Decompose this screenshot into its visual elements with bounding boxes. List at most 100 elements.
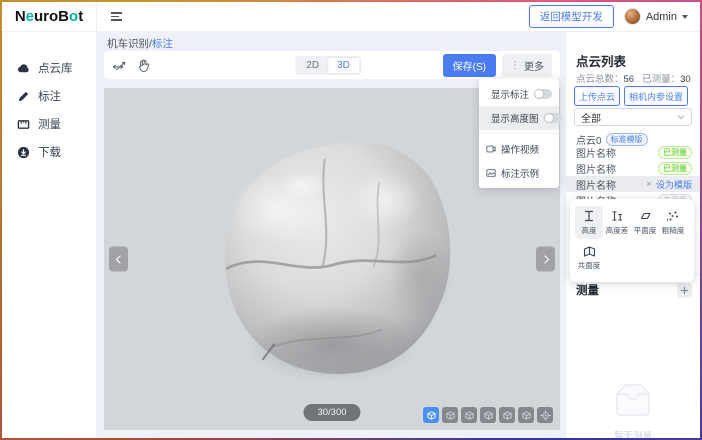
height-diff-icon [611,210,623,222]
menu-item-label: 操作视频 [501,142,552,156]
logo-text: NeuroBot [15,8,83,25]
menu-item-annotation-example[interactable]: 标注示例 [479,161,559,185]
menu-item-show-height-map[interactable]: 显示高度图 [479,106,559,130]
panel-title: 点云列表 [576,51,626,70]
filter-value: 全部 [581,110,601,125]
camera-button-label: 相机内参设置 [629,92,683,102]
logo-gear-o: o [49,8,58,25]
user-name: Admin [646,11,677,23]
next-image-button[interactable] [536,247,555,272]
view-top-button[interactable] [461,407,477,423]
view-bottom-button[interactable] [480,407,496,423]
upload-pointcloud-button[interactable]: 上传点云 [574,86,620,106]
roughness-icon [667,210,679,222]
neurobot-app: NeuroBot 返回模型开发 Admin 点云库 标注 测量 下载 [2,2,700,438]
measured-badge: 已测量 [658,146,692,159]
menu-item-show-annotation[interactable]: 显示标注 [479,82,559,106]
image-name: 图片名称 [576,145,616,160]
chevron-right-icon [540,255,548,263]
coplanarity-icon [583,245,596,257]
measure-tools-panel: 高度 高度差 平面度 粗糙度 共面度 [570,199,694,282]
sidebar-item-label: 下载 [38,144,61,160]
pan-icon[interactable] [112,58,127,73]
sidebar-item-label: 点云库 [38,60,73,76]
measured-label: 已测量： [642,74,680,85]
logo-part: B [58,8,69,25]
empty-box-icon [607,380,659,420]
view-3d-button[interactable]: 3D [328,58,359,73]
menu-item-operation-video[interactable]: 操作视频 [479,137,559,161]
menu-divider [479,133,559,134]
measure-section-header: 测量 [576,282,692,298]
filter-select[interactable]: 全部 [574,108,692,126]
more-button[interactable]: ⋮ 更多 [502,54,552,77]
sidebar-item-annotate[interactable]: 标注 [2,82,96,110]
logo-part: N [15,8,26,25]
sidebar-item-measure[interactable]: 测量 [2,110,96,138]
main-area: 机车识别/标注 2D 3D 保存(S) ⋮更多 [97,32,565,438]
window-frame: NeuroBot 返回模型开发 Admin 点云库 标注 测量 下载 [0,0,702,440]
tool-coplanarity[interactable]: 共面度 [575,241,603,274]
view-2d-button[interactable]: 2D [297,58,328,73]
logo-part: ur [34,8,49,25]
more-dropdown-menu: 显示标注 显示高度图 操作视频 标注示例 [479,79,559,188]
view-front-button[interactable] [423,407,439,423]
reset-view-button[interactable] [537,407,553,423]
show-annotation-toggle[interactable] [534,89,552,99]
user-menu[interactable]: Admin [624,8,688,25]
total-value: 56 [624,74,635,85]
tool-label: 共面度 [578,260,601,270]
empty-text: 暂无测量 [614,428,652,438]
prev-image-button[interactable] [109,247,128,272]
tool-flatness[interactable]: 平面度 [631,206,659,239]
measure-empty-state: 暂无测量 [566,380,700,438]
close-icon[interactable]: × [646,179,652,190]
sidebar-item-pointcloud-library[interactable]: 点云库 [2,54,96,82]
tool-height-diff[interactable]: 高度差 [603,206,631,239]
set-template-link[interactable]: 设为模版 [656,178,692,191]
image-list-item[interactable]: 图片名称 已测量 [566,144,700,160]
logo-gear-e: e [26,8,34,25]
back-button-label: 返回模型开发 [540,11,603,23]
view-mode-toggle: 2D 3D [295,56,361,75]
collapse-menu-icon[interactable] [111,12,122,21]
breadcrumb-current[interactable]: 标注 [152,38,173,50]
more-button-label: 更多 [524,58,544,73]
row-actions: × 设为模版 [646,178,692,191]
tool-height[interactable]: 高度 [575,206,603,239]
crosshair-icon [540,410,551,421]
menu-item-label: 标注示例 [501,166,552,180]
view-back-button[interactable] [442,407,458,423]
image-list-item-selected[interactable]: 图片名称 × 设为模版 [566,176,700,192]
avatar [624,8,641,25]
show-height-map-toggle[interactable] [544,113,562,123]
camera-params-button[interactable]: 相机内参设置 [624,86,688,106]
top-header: NeuroBot 返回模型开发 Admin [2,2,700,32]
video-icon [486,144,496,154]
view-right-button[interactable] [518,407,534,423]
measured-badge: 已测量 [658,162,692,175]
logo-gear-o2: o [69,8,78,25]
back-to-model-dev-button[interactable]: 返回模型开发 [529,5,614,28]
cloud-icon [17,62,30,75]
panel-buttons: 上传点云 相机内参设置 [574,86,696,106]
add-measure-button[interactable] [677,283,692,298]
tool-label: 粗糙度 [662,225,685,235]
chevron-down-icon [677,114,685,120]
chevron-down-icon [682,15,688,19]
tooth-model[interactable] [187,131,477,404]
toolbar-right: 保存(S) ⋮ 更多 [443,54,552,77]
tools-grid: 高度 高度差 平面度 粗糙度 共面度 [575,206,689,276]
flatness-icon [639,210,652,222]
image-list-item[interactable]: 图片名称 已测量 [566,160,700,176]
view-left-button[interactable] [499,407,515,423]
hand-grab-icon[interactable] [137,58,151,73]
more-dots-icon: ⋮ [510,60,520,71]
sidebar: 点云库 标注 测量 下载 [2,32,97,438]
header-right: 返回模型开发 Admin [529,5,700,28]
sidebar-item-download[interactable]: 下载 [2,138,96,166]
image-name: 图片名称 [576,161,616,176]
plus-icon [680,286,689,295]
save-button[interactable]: 保存(S) [443,54,496,77]
tool-roughness[interactable]: 粗糙度 [659,206,687,239]
